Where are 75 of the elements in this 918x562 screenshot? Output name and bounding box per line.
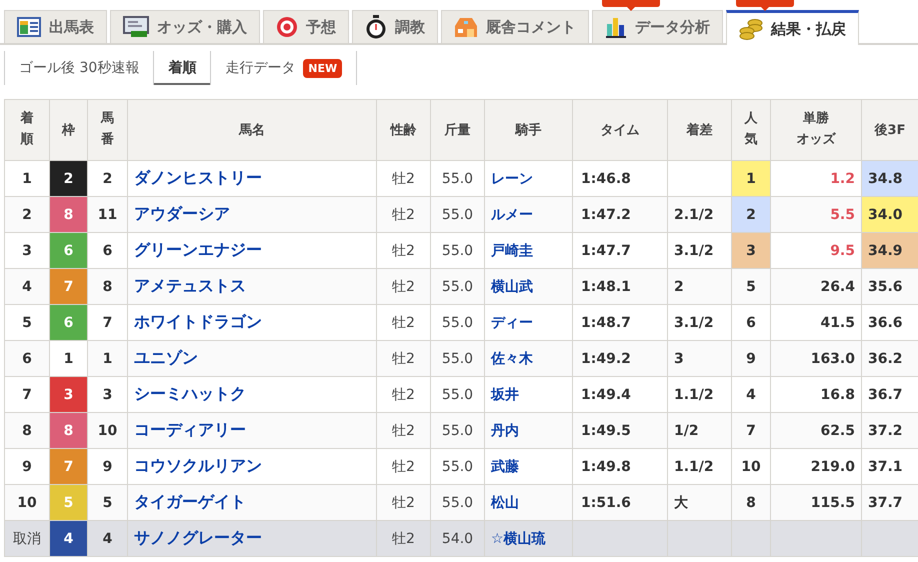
jockey-link[interactable]: 松山: [491, 494, 519, 510]
odds-value: 41.5: [820, 314, 855, 330]
sub-tab[interactable]: ゴール後 30秒速報: [4, 51, 154, 85]
frame-cell: 8: [50, 196, 88, 232]
tab[interactable]: 厩舎コメント: [441, 10, 589, 43]
sub-tab-label: ゴール後 30秒速報: [19, 59, 140, 77]
frame-cell: 6: [50, 304, 88, 340]
tab[interactable]: 調教: [352, 10, 438, 43]
new-badge: NEW: [303, 58, 342, 78]
frame-cell: 4: [50, 520, 88, 556]
column-header: 騎手: [516, 122, 542, 140]
table-icon: [17, 17, 41, 37]
frame-cell: 3: [50, 376, 88, 412]
odds-value: 163.0: [810, 350, 855, 366]
stopwatch-icon: [365, 15, 387, 39]
frame-cell: 6: [50, 232, 88, 268]
sub-tab-label: 着順: [168, 59, 196, 77]
odds-value: 26.4: [820, 278, 855, 294]
number-cell: 4: [88, 520, 128, 556]
column-header: 後3F: [874, 122, 906, 140]
tab-label: 調教: [395, 18, 425, 36]
frame-cell: 1: [50, 340, 88, 376]
odds-value: 1.2: [830, 170, 855, 186]
jockey-link[interactable]: 丹内: [491, 422, 519, 438]
odds-value: 16.8: [820, 386, 855, 402]
popularity-cell: 2: [732, 196, 770, 232]
popularity-cell: 1: [732, 160, 770, 196]
odds-value: 62.5: [820, 422, 855, 438]
odds-value: 9.5: [830, 242, 855, 258]
tab[interactable]: 出馬表: [4, 10, 107, 43]
column-header: 馬番: [101, 110, 114, 149]
odds-value: 219.0: [810, 458, 855, 474]
tab-label: 結果・払戻: [771, 20, 846, 38]
column-header: 馬名: [239, 122, 265, 140]
tab-label: 厩舎コメント: [486, 18, 576, 36]
odds-value: 5.5: [830, 206, 855, 222]
target-icon: [276, 16, 298, 38]
column-header: 枠: [62, 122, 75, 140]
column-header: 着順: [20, 110, 34, 149]
column-header: 着差: [686, 122, 712, 140]
frame-cell: 2: [50, 160, 88, 196]
popularity-cell: 3: [732, 232, 770, 268]
sub-tab[interactable]: 走行データ NEW: [210, 51, 358, 85]
frame-cell: 7: [50, 448, 88, 484]
column-header: 斤量: [444, 122, 470, 140]
weight-cell: 54.0: [430, 520, 484, 556]
frame-cell: 7: [50, 268, 88, 304]
last-3f-cell: 34.0: [862, 196, 918, 232]
barn-icon: [454, 16, 478, 38]
last-3f-cell: 34.8: [862, 160, 918, 196]
tab-label: オッズ・購入: [157, 18, 247, 36]
tab-label: 予想: [306, 18, 336, 36]
coins-icon: [739, 18, 763, 40]
tab[interactable]: データ分析: [592, 10, 723, 43]
sex-age-cell: 牡2: [376, 520, 430, 556]
horse-link[interactable]: ユニゾン: [134, 348, 198, 367]
column-header: 単勝オッズ: [796, 110, 837, 149]
jockey-link[interactable]: 坂井: [491, 386, 519, 402]
column-header: タイム: [600, 122, 640, 140]
tab-label: データ分析: [635, 18, 710, 36]
sub-tab[interactable]: 着順: [153, 51, 210, 85]
tab[interactable]: 予想: [263, 10, 349, 43]
jockey-link[interactable]: 武藤: [491, 458, 519, 474]
frame-cell: 8: [50, 412, 88, 448]
frame-cell: 5: [50, 484, 88, 520]
tab[interactable]: 結果・払戻: [726, 10, 859, 45]
column-header: 人気: [744, 110, 758, 149]
last-3f-cell: 34.9: [862, 232, 918, 268]
odds-value: 115.5: [810, 494, 855, 510]
column-header: 性齢: [390, 122, 416, 140]
monitor-icon: [123, 16, 149, 38]
bar-chart-icon: [605, 16, 627, 38]
sub-tab-label: 走行データ: [225, 59, 296, 77]
tab[interactable]: オッズ・購入: [110, 10, 260, 43]
tab-label: 出馬表: [49, 18, 94, 36]
